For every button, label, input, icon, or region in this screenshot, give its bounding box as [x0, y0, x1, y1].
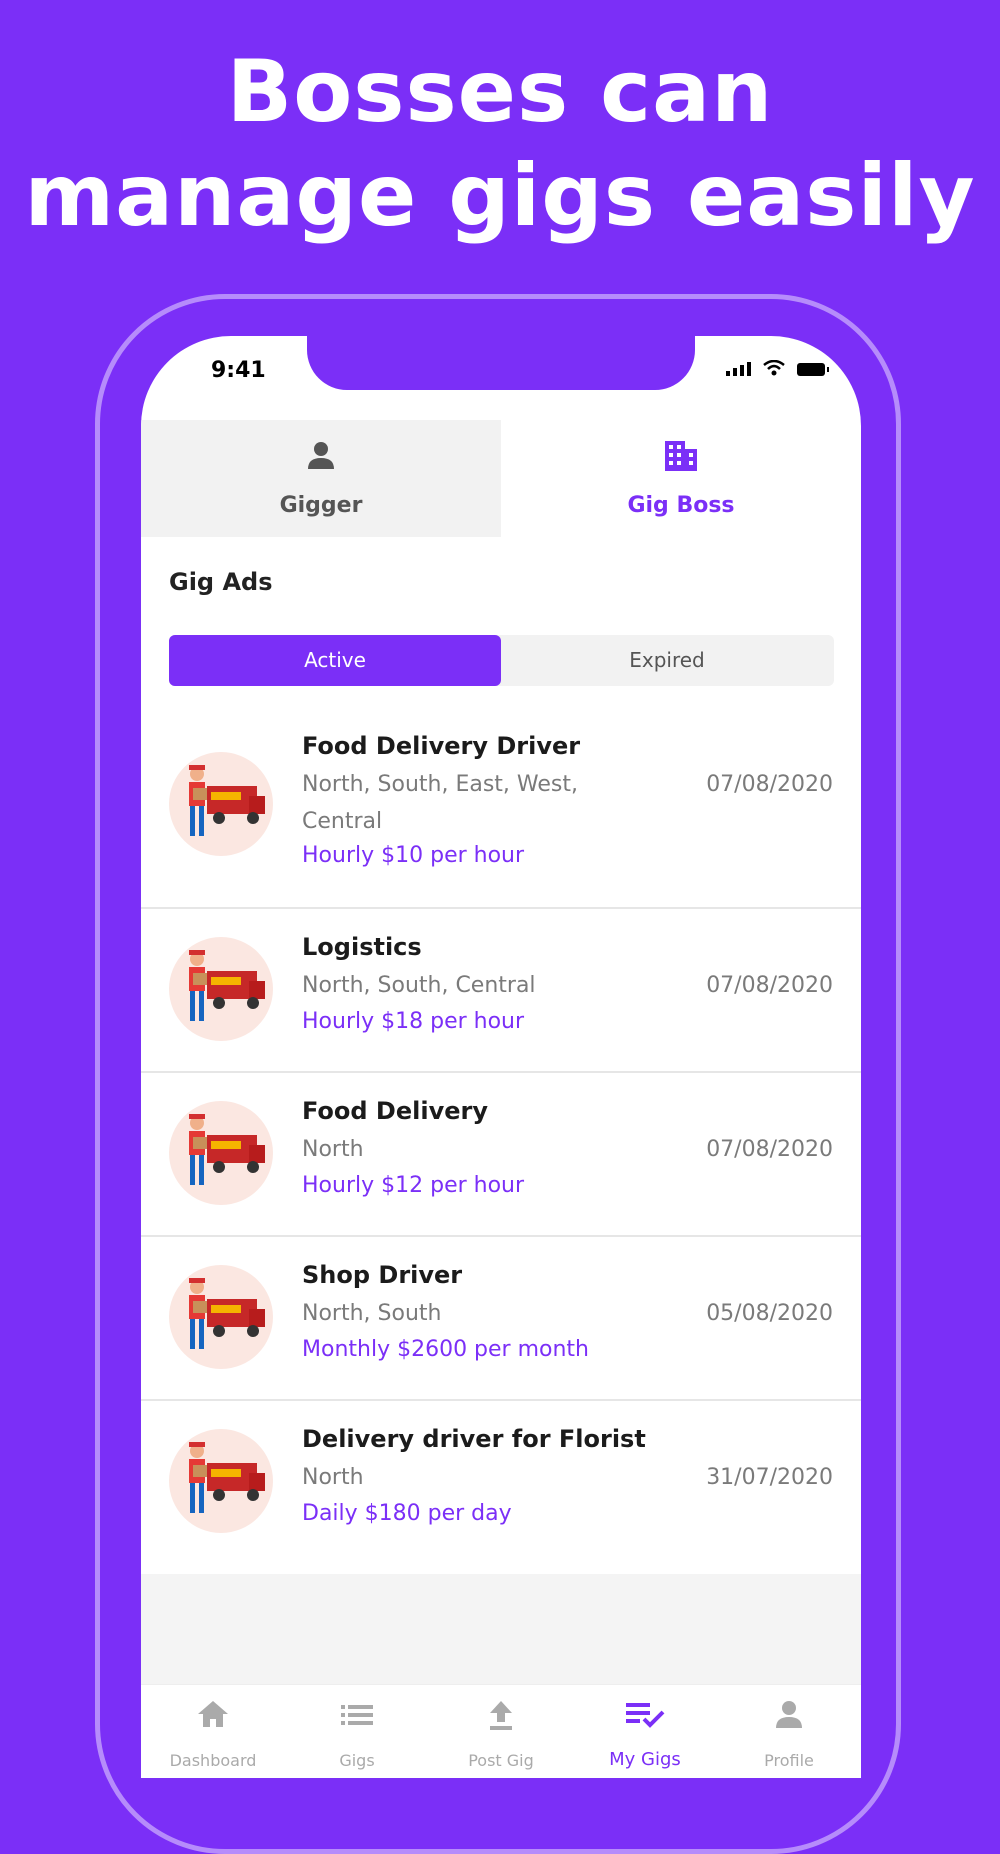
nav-profile-label: Profile	[764, 1751, 814, 1770]
nav-my-gigs[interactable]: My Gigs	[573, 1685, 717, 1778]
nav-gigs[interactable]: Gigs	[285, 1685, 429, 1778]
gig-title: Shop Driver	[302, 1261, 463, 1289]
gig-locations: North, South	[302, 1301, 442, 1326]
gig-date: 07/08/2020	[706, 772, 833, 797]
gig-row[interactable]: Food Delivery Driver North, South, East,…	[141, 708, 861, 909]
headline-line-2: manage gigs easily	[24, 146, 976, 246]
gig-pay: Hourly $12 per hour	[302, 1173, 525, 1198]
gig-date: 07/08/2020	[706, 1137, 833, 1162]
nav-post-gig[interactable]: Post Gig	[429, 1685, 573, 1778]
delivery-truck-avatar	[169, 752, 273, 856]
delivery-truck-avatar	[169, 1265, 273, 1369]
role-tabs: Gigger Gig Boss	[141, 420, 861, 537]
gig-title: Delivery driver for Florist	[302, 1425, 646, 1453]
nav-dashboard[interactable]: Dashboard	[141, 1685, 285, 1778]
nav-post-gig-label: Post Gig	[468, 1751, 534, 1770]
gig-title: Food Delivery Driver	[302, 732, 581, 760]
checklist-icon	[626, 1703, 665, 1728]
tab-gig-boss-label: Gig Boss	[627, 493, 735, 518]
section-title: Gig Ads	[169, 568, 273, 596]
upload-icon	[490, 1701, 512, 1730]
tab-gigger-label: Gigger	[279, 493, 363, 518]
status-segmented-control: Active Expired	[169, 635, 834, 686]
gig-list: Food Delivery Driver North, South, East,…	[141, 708, 861, 1581]
gig-date: 31/07/2020	[706, 1465, 833, 1490]
gig-date: 05/08/2020	[706, 1301, 833, 1326]
tab-gig-boss[interactable]: Gig Boss	[501, 420, 861, 537]
delivery-truck-avatar	[169, 937, 273, 1041]
gig-pay: Monthly $2600 per month	[302, 1337, 589, 1362]
status-icons	[726, 360, 829, 376]
nav-gigs-label: Gigs	[339, 1751, 375, 1770]
gig-pay: Hourly $10 per hour	[302, 843, 525, 868]
status-time: 9:41	[211, 358, 266, 383]
person-icon	[308, 442, 334, 469]
gig-locations: North, South, Central	[302, 973, 536, 998]
promo-headline: Bosses can manage gigs easily	[0, 40, 1000, 248]
headline-line-1: Bosses can	[226, 42, 774, 142]
gig-locations: North	[302, 1465, 364, 1490]
battery-icon	[797, 363, 829, 376]
gig-locations: North	[302, 1137, 364, 1162]
delivery-truck-avatar	[169, 1101, 273, 1205]
home-icon	[198, 1701, 228, 1727]
cellular-signal-icon	[726, 362, 751, 376]
gig-row[interactable]: Delivery driver for Florist North Daily …	[141, 1401, 861, 1581]
phone-notch	[307, 336, 695, 390]
delivery-truck-avatar	[169, 1429, 273, 1533]
gig-row[interactable]: Food Delivery North Hourly $12 per hour …	[141, 1073, 861, 1237]
gig-pay: Daily $180 per day	[302, 1501, 512, 1526]
gig-locations: North, South, East, West, Central	[302, 772, 578, 834]
profile-icon	[776, 1701, 802, 1728]
gig-row[interactable]: Logistics North, South, Central Hourly $…	[141, 909, 861, 1073]
phone-screen: 9:41 Gigger Gig Boss Gig Ads Active Expi…	[141, 336, 861, 1778]
nav-profile[interactable]: Profile	[717, 1685, 861, 1778]
bottom-nav: Dashboard Gigs Post Gig My Gigs Profile	[141, 1684, 861, 1778]
segment-active[interactable]: Active	[169, 635, 501, 686]
gig-title: Food Delivery	[302, 1097, 488, 1125]
building-icon	[665, 441, 697, 471]
gig-row[interactable]: Shop Driver North, South Monthly $2600 p…	[141, 1237, 861, 1401]
gig-date: 07/08/2020	[706, 973, 833, 998]
gig-pay: Hourly $18 per hour	[302, 1009, 525, 1034]
gig-title: Logistics	[302, 933, 422, 961]
list-icon	[341, 1705, 373, 1725]
nav-my-gigs-label: My Gigs	[609, 1749, 681, 1770]
list-empty-area	[141, 1574, 861, 1684]
segment-expired[interactable]: Expired	[501, 635, 833, 686]
wifi-icon	[763, 360, 785, 376]
tab-gigger[interactable]: Gigger	[141, 420, 501, 537]
nav-dashboard-label: Dashboard	[169, 1751, 257, 1770]
